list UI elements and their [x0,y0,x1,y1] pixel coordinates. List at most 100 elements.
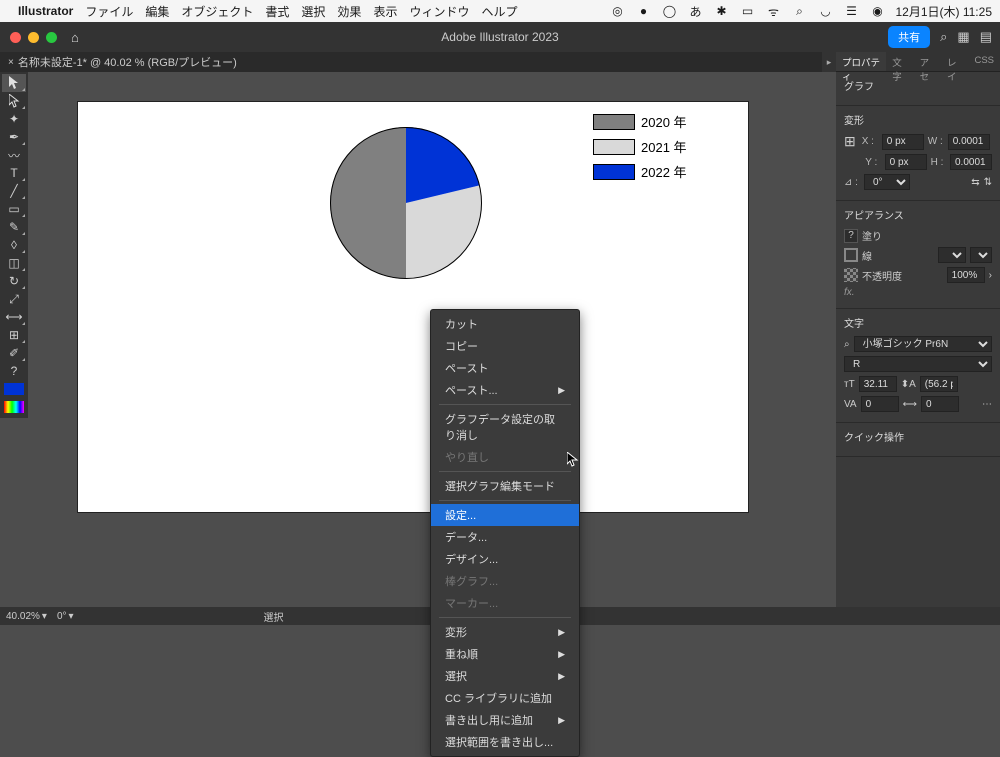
sys-icon-cc[interactable]: ☰ [844,3,860,19]
ctx-select[interactable]: 選択▶ [431,665,579,687]
tab-character[interactable]: 文字 [886,52,913,71]
legend-label-2021: 2021 年 [641,137,687,156]
curvature-tool[interactable]: 〰 [2,146,26,164]
sys-icon-bt[interactable]: ✱ [714,3,730,19]
sys-icon-siri[interactable]: ◉ [870,3,886,19]
ctx-undo-graphdata[interactable]: グラフデータ設定の取り消し [431,408,579,446]
eyedropper-tool[interactable]: ✐ [2,344,26,362]
rotate-view-control[interactable]: 0°▾ [57,611,74,622]
panel-toggle[interactable]: ▸ [822,52,836,72]
ctx-data[interactable]: データ... [431,526,579,548]
eraser-tool[interactable]: ◫ [2,254,26,272]
ctx-design[interactable]: デザイン... [431,548,579,570]
rotate-input[interactable]: 0° [864,174,910,190]
ctx-cut[interactable]: カット [431,313,579,335]
menu-edit[interactable]: 編集 [145,3,169,20]
sys-icon-line[interactable]: ● [636,3,652,19]
ctx-paste[interactable]: ペースト [431,357,579,379]
x-input[interactable] [882,134,924,150]
ctx-export-selection[interactable]: 選択範囲を書き出し... [431,731,579,753]
leading-input[interactable] [920,376,958,392]
workspace-icon[interactable]: ▤ [980,29,992,45]
color-swatch-tool[interactable] [2,380,26,398]
menu-effect[interactable]: 効果 [337,3,361,20]
sys-icon-user[interactable]: ◡ [818,3,834,19]
font-size-input[interactable] [859,376,897,392]
fill-unknown-icon[interactable]: ? [844,229,858,243]
ctx-graph-edit-mode[interactable]: 選択グラフ編集モード [431,475,579,497]
window-zoom[interactable] [46,32,57,43]
menu-select[interactable]: 選択 [301,3,325,20]
anchor-icon[interactable]: ⊞ [844,133,856,150]
flip-v-icon[interactable]: ⇅ [984,177,992,188]
flip-h-icon[interactable]: ⇆ [971,177,979,188]
sys-icon-input[interactable]: あ [688,3,704,19]
ctx-paste-special[interactable]: ペースト...▶ [431,379,579,401]
opacity-input[interactable] [947,267,985,283]
tab-assets[interactable]: アセ [914,52,941,71]
rotate-tool[interactable]: ↻ [2,272,26,290]
ctx-transform[interactable]: 変形▶ [431,621,579,643]
stroke-profile-input[interactable] [970,247,992,263]
h-input[interactable] [950,154,992,170]
tab-css[interactable]: CSS [968,52,1000,71]
shaper-tool[interactable]: ◊ [2,236,26,254]
app-name[interactable]: Illustrator [18,4,73,18]
sys-icon-battery[interactable]: ▭ [740,3,756,19]
menu-file[interactable]: ファイル [85,3,133,20]
clock[interactable]: 12月1日(木) 11:25 [896,3,993,20]
sys-icon-record[interactable]: ◯ [662,3,678,19]
tab-layers[interactable]: レイ [941,52,968,71]
rectangle-tool[interactable]: ▭ [2,200,26,218]
selection-tool[interactable] [2,74,26,92]
y-input[interactable] [885,154,927,170]
sys-icon-wifi[interactable]: ᯤ [766,3,782,19]
free-transform-tool[interactable]: ⊞ [2,326,26,344]
w-input[interactable] [948,134,990,150]
width-tool[interactable]: ⟷ [2,308,26,326]
scale-tool[interactable]: ⤢ [2,290,26,308]
zoom-control[interactable]: 40.02%▾ [6,611,47,622]
stroke-width-input[interactable] [938,247,966,263]
question-tool[interactable]: ? [2,362,26,380]
share-button[interactable]: 共有 [888,26,930,48]
paintbrush-tool[interactable]: ✎ [2,218,26,236]
font-style-input[interactable]: R [844,356,992,372]
menu-help[interactable]: ヘルプ [481,3,517,20]
ctx-add-cc[interactable]: CC ライブラリに追加 [431,687,579,709]
more-options-icon[interactable]: ⋯ [982,399,992,410]
window-minimize[interactable] [28,32,39,43]
magic-wand-tool[interactable]: ✦ [2,110,26,128]
type-tool[interactable]: T [2,164,26,182]
stroke-swatch-icon[interactable] [844,248,858,262]
fx-label[interactable]: fx. [844,287,855,298]
tab-close-icon[interactable]: × [8,57,14,68]
search-icon[interactable]: ⌕ [940,29,947,45]
pie-chart[interactable] [330,127,482,279]
menu-type[interactable]: 書式 [265,3,289,20]
search-icon[interactable]: ⌕ [844,339,850,350]
legend-swatch-2020 [593,114,635,130]
ctx-copy[interactable]: コピー [431,335,579,357]
pen-tool[interactable]: ✒ [2,128,26,146]
tracking-input[interactable] [921,396,959,412]
font-family-input[interactable]: 小塚ゴシック Pr6N [854,336,992,352]
home-icon[interactable]: ⌂ [71,30,79,45]
arrange-icon[interactable]: ▦ [957,29,969,45]
menu-window[interactable]: ウィンドウ [409,3,469,20]
gradient-swatch-tool[interactable] [2,398,26,416]
tab-properties[interactable]: プロパティ [836,52,886,71]
ctx-arrange[interactable]: 重ね順▶ [431,643,579,665]
direct-selection-tool[interactable] [2,92,26,110]
chevron-right-icon[interactable]: › [989,270,992,281]
ctx-collect-export[interactable]: 書き出し用に追加▶ [431,709,579,731]
ctx-settings[interactable]: 設定... [431,504,579,526]
line-tool[interactable]: ╱ [2,182,26,200]
kerning-input[interactable] [861,396,899,412]
sys-icon-1[interactable]: ◎ [610,3,626,19]
document-tab[interactable]: × 名称未設定-1* @ 40.02 % (RGB/プレビュー) [8,54,237,70]
sys-icon-search[interactable]: ⌕ [792,3,808,19]
menu-object[interactable]: オブジェクト [181,3,253,20]
window-close[interactable] [10,32,21,43]
menu-view[interactable]: 表示 [373,3,397,20]
